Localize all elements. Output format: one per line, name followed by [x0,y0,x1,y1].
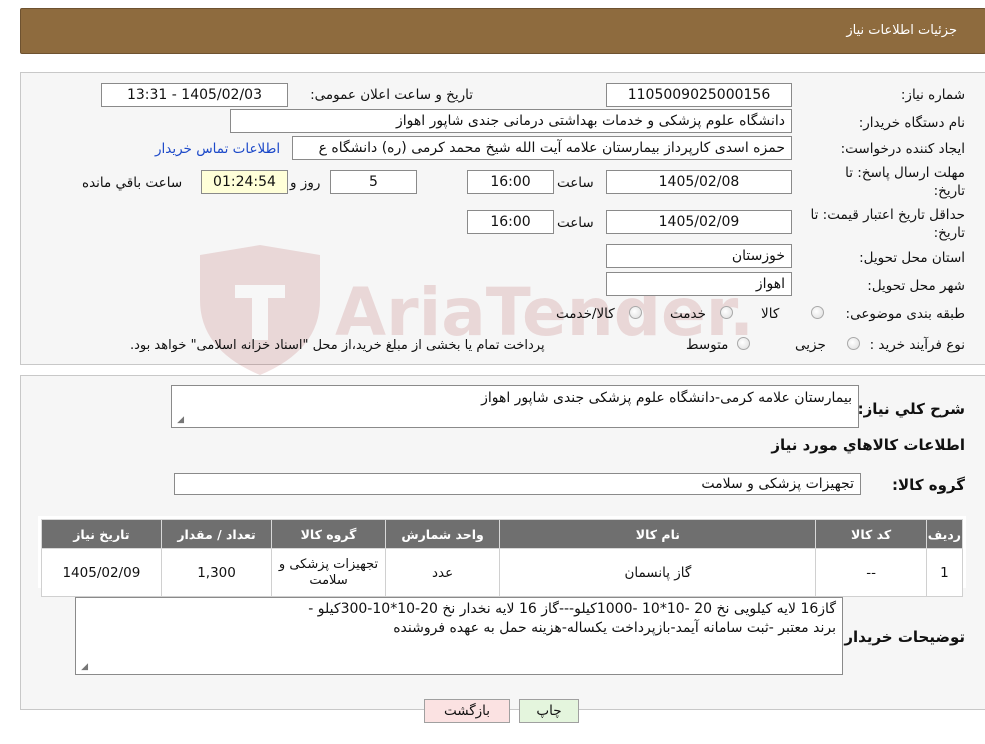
goods-group-field[interactable]: تجهیزات پزشکی و سلامت [174,473,861,495]
remaining-time-label: ساعت باقي مانده [82,175,183,191]
buyer-contact-link[interactable]: اطلاعات تماس خریدار [155,141,280,157]
category-radio-service[interactable] [720,306,733,319]
buyer-notes-line-1: گاز16 لایه کیلویی نخ 20 -10*10 -1000کیلو… [308,601,836,617]
page-header: جزئیات اطلاعات نیاز [20,8,985,54]
col-group-header: گروه کالا [271,519,386,549]
col-code-header: کد کالا [815,519,927,549]
days-remaining-field[interactable]: 5 [330,170,417,194]
buyer-org-label: نام دستگاه خریدار: [858,115,965,131]
back-button[interactable]: بازگشت [424,699,510,723]
need-number-field[interactable]: 1105009025000156 [606,83,792,107]
category-option-service: خدمت [670,306,706,322]
col-name-header: نام کالا [499,519,817,549]
category-radio-goods[interactable] [811,306,824,319]
cell-name: گاز پانسمان [499,548,817,597]
cell-unit: عدد [384,548,501,597]
city-label: شهر محل تحویل: [867,278,965,294]
goods-group-label: گروه کالا: [892,476,965,494]
city-field[interactable]: اهواز [606,272,792,296]
category-radio-goods-service[interactable] [629,306,642,319]
resize-handle-icon[interactable]: ◢ [175,416,184,425]
buyer-org-field[interactable]: دانشگاه علوم پزشکی و خدمات بهداشتی درمان… [230,109,792,133]
deadline-time-label: ساعت [557,175,594,191]
deadline-date-field[interactable]: 1405/02/08 [606,170,792,194]
print-button[interactable]: چاپ [519,699,579,723]
province-label: استان محل تحویل: [859,250,965,266]
cell-qty: 1,300 [160,548,273,597]
buyer-notes-label: توضیحات خریدار: [838,628,965,646]
creator-label: ایجاد کننده درخواست: [840,141,965,157]
remaining-time-field: 01:24:54 [201,170,288,194]
col-unit-header: واحد شمارش [384,519,501,549]
items-table: رديف کد کالا نام کالا واحد شمارش گروه کا… [41,519,964,597]
buyer-notes-line-2: برند معتبر -ثبت سامانه آیمد-بازپرداخت یک… [393,620,836,636]
category-option-goods: کالا [761,306,780,322]
table-row[interactable]: 1 -- گاز پانسمان عدد تجهیزات پزشکی و سلا… [41,548,964,597]
col-row-header: رديف [925,519,964,549]
cell-date: 1405/02/09 [41,548,162,597]
buyer-notes-field[interactable]: گاز16 لایه کیلویی نخ 20 -10*10 -1000کیلو… [75,597,843,675]
deadline-label-date: تاریخ: [933,183,965,199]
price-validity-time-field[interactable]: 16:00 [467,210,554,234]
col-date-header: تاریخ نیاز [41,519,162,549]
process-option-minor: جزیی [795,337,826,353]
announce-datetime-field[interactable]: 1405/02/03 - 13:31 [101,83,288,107]
goods-info-title: اطلاعات کالاهاي مورد نياز [771,436,965,454]
category-option-goods-service: کالا/خدمت [556,306,615,322]
col-qty-header: تعداد / مقدار [160,519,273,549]
process-type-label: نوع فرآیند خرید : [869,337,965,353]
price-validity-label: حداقل تاریخ اعتبار قیمت: تا [810,207,965,223]
resize-handle-icon[interactable]: ◢ [79,663,88,672]
price-validity-label-date: تاریخ: [933,225,965,241]
general-description-label: شرح کلي نياز: [857,400,965,418]
days-label: روز و [290,175,321,191]
creator-field[interactable]: حمزه اسدی کارپرداز بیمارستان علامه آیت ا… [292,136,792,160]
items-table-wrapper: رديف کد کالا نام کالا واحد شمارش گروه کا… [38,516,966,597]
page-title: جزئیات اطلاعات نیاز [846,23,957,38]
category-label: طبقه بندی موضوعی: [845,306,965,322]
price-validity-date-field[interactable]: 1405/02/09 [606,210,792,234]
cell-row: 1 [925,548,964,597]
general-description-text: بیمارستان علامه کرمی-دانشگاه علوم پزشکی … [481,390,852,406]
price-validity-time-label: ساعت [557,215,594,231]
province-field[interactable]: خوزستان [606,244,792,268]
cell-code: -- [815,548,927,597]
process-radio-minor[interactable] [847,337,860,350]
need-number-label: شماره نیاز: [900,87,965,103]
announce-datetime-label: تاریخ و ساعت اعلان عمومی: [310,87,473,103]
process-option-medium: متوسط [686,337,729,353]
process-radio-medium[interactable] [737,337,750,350]
process-payment-note: پرداخت تمام یا بخشی از مبلغ خرید،از محل … [130,338,545,353]
general-description-field[interactable]: بیمارستان علامه کرمی-دانشگاه علوم پزشکی … [171,385,859,428]
table-header-row: رديف کد کالا نام کالا واحد شمارش گروه کا… [41,519,964,549]
deadline-time-field[interactable]: 16:00 [467,170,554,194]
deadline-label: مهلت ارسال پاسخ: تا [845,165,965,181]
cell-group: تجهیزات پزشکی و سلامت [271,548,386,597]
